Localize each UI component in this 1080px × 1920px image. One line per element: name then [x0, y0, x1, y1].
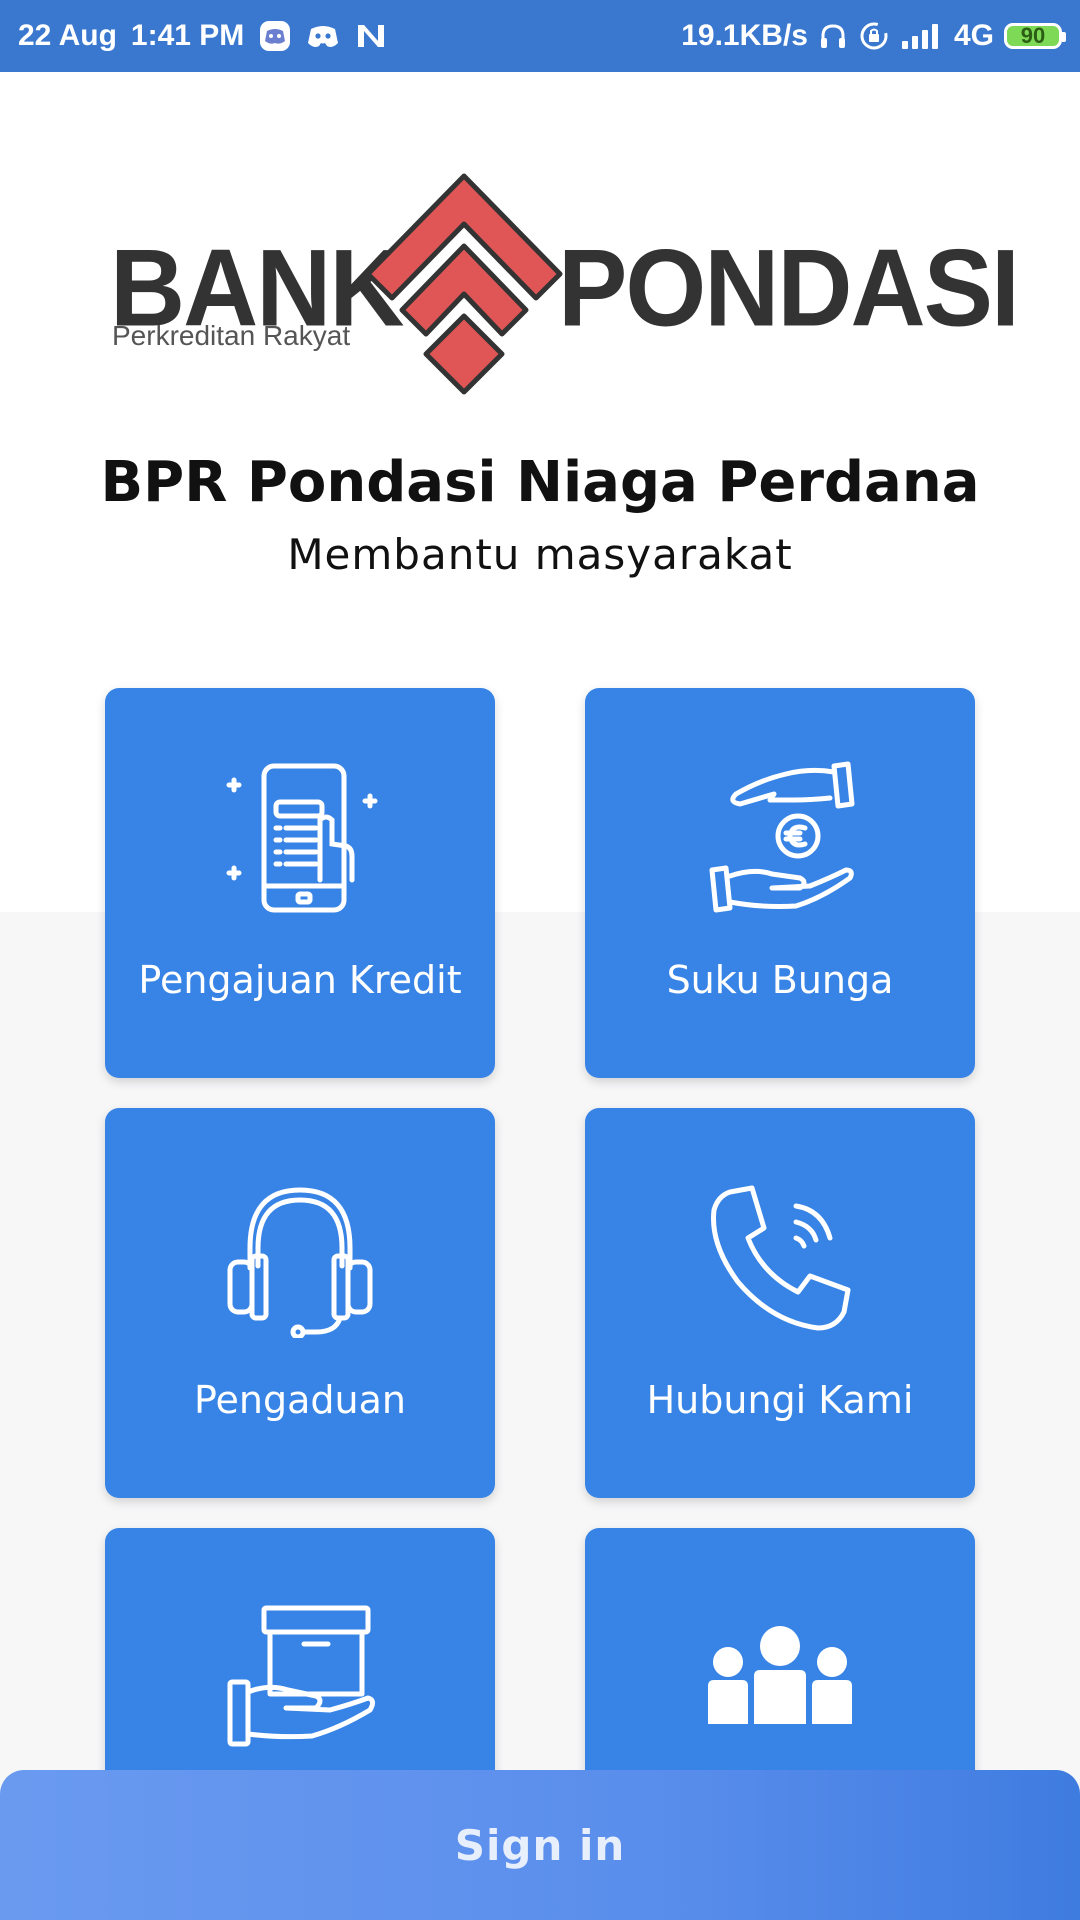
n-app-icon	[354, 21, 388, 51]
status-bar: 22 Aug 1:41 PM 19.1KB/s 4G 90	[0, 0, 1080, 72]
bank-name-title: BPR Pondasi Niaga Perdana	[100, 450, 980, 515]
logo-word-pondasi: PONDASI	[558, 228, 1020, 350]
menu-label-hubungi-kami: Hubungi Kami	[646, 1378, 914, 1422]
bank-tagline: Membantu masyarakat	[287, 530, 793, 579]
headphones-icon	[818, 21, 848, 51]
headset-icon	[105, 1178, 495, 1338]
status-time: 1:41 PM	[130, 19, 245, 52]
logo-chevron-mark	[365, 173, 563, 395]
sign-in-label: Sign in	[454, 1820, 626, 1870]
network-type: 4G	[953, 19, 994, 52]
discord-bubble-icon	[258, 19, 292, 53]
menu-label-suku-bunga: Suku Bunga	[666, 958, 894, 1002]
people-group-icon	[585, 1598, 975, 1758]
signal-icon	[900, 21, 944, 51]
menu-card-pengajuan-kredit[interactable]: Pengajuan Kredit	[105, 688, 495, 1078]
battery-icon: 90	[1004, 23, 1066, 49]
menu-card-suku-bunga[interactable]: Suku Bunga	[585, 688, 975, 1078]
rotation-lock-icon	[858, 20, 890, 52]
logo-subtitle: Perkreditan Rakyat	[112, 320, 351, 351]
discord-icon	[306, 21, 340, 51]
menu-label-pengajuan-kredit: Pengajuan Kredit	[138, 958, 462, 1002]
status-date: 22 Aug	[18, 19, 117, 52]
menu-label-pengaduan: Pengaduan	[193, 1378, 406, 1422]
menu-card-hubungi-kami[interactable]: Hubungi Kami	[585, 1108, 975, 1498]
hand-coin-icon	[585, 758, 975, 918]
status-bar-right: 19.1KB/s 4G 90	[681, 0, 1066, 72]
sign-in-button[interactable]: Sign in	[0, 1770, 1080, 1920]
menu-card-pengaduan[interactable]: Pengaduan	[105, 1108, 495, 1498]
phone-call-icon	[585, 1178, 975, 1338]
status-bar-left: 22 Aug 1:41 PM	[18, 0, 388, 72]
tablet-form-icon	[105, 758, 495, 918]
network-speed: 19.1KB/s	[681, 19, 808, 52]
hand-box-icon	[105, 1598, 495, 1758]
bank-logo: BANK PONDASI Perkreditan Rakyat	[110, 170, 1020, 420]
battery-level: 90	[1020, 23, 1046, 48]
